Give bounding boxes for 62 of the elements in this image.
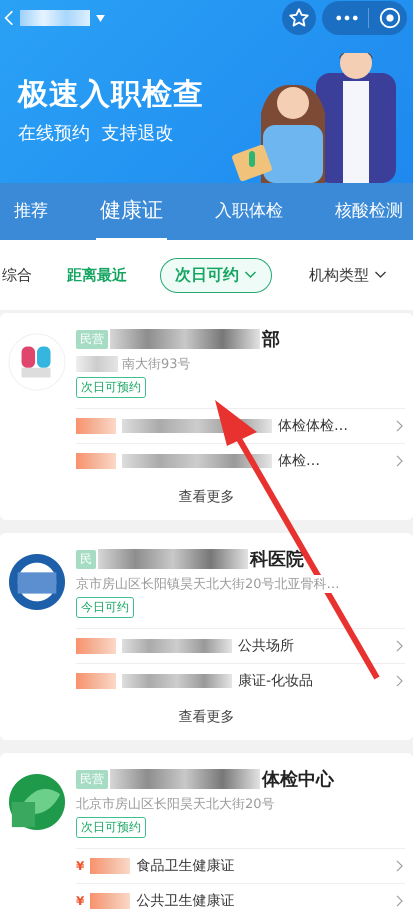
chevron-right-icon xyxy=(396,455,403,467)
ownership-badge: 民营 xyxy=(76,770,108,788)
clinic-name: 科医院 xyxy=(250,548,304,571)
clinic-logo-icon xyxy=(8,553,66,611)
clinic-logo-icon xyxy=(8,773,66,831)
pixelated-address xyxy=(76,356,118,372)
chevron-right-icon xyxy=(396,860,403,872)
service-name: 体检… xyxy=(278,452,320,470)
clinic-address: 南大街93号 xyxy=(122,355,191,373)
close-target-icon[interactable] xyxy=(379,7,401,29)
banner-subtitle: 在线预约 支持退改 xyxy=(18,122,174,145)
chevron-right-icon xyxy=(396,895,403,907)
price-symbol: ¥ xyxy=(76,894,84,908)
pixelated-price xyxy=(76,638,116,654)
service-item[interactable]: 康证-化妆品 xyxy=(76,663,405,698)
chevron-right-icon xyxy=(396,675,403,687)
clinic-card[interactable]: 民营 体检中心 北京市房山区长阳昊天北大街20号 次日可预约 ¥ 食品卫生健康证 ¥ 公共卫生健康证 xyxy=(0,753,413,914)
chevron-down-icon xyxy=(374,271,387,279)
service-name: 康证-化妆品 xyxy=(238,672,314,690)
category-tab[interactable]: 入职体检 xyxy=(211,184,287,238)
pixelated-title xyxy=(20,10,90,26)
category-tab[interactable]: 核酸检测 xyxy=(331,184,407,238)
star-icon xyxy=(288,7,310,29)
type-dropdown[interactable]: 机构类型 xyxy=(303,264,393,286)
ownership-badge: 民营 xyxy=(76,330,108,348)
clinic-name: 部 xyxy=(262,328,280,351)
pixelated-price xyxy=(90,893,130,909)
clinic-logo-icon xyxy=(8,333,66,391)
service-name: 食品卫生健康证 xyxy=(136,857,234,875)
availability-tag: 次日可预约 xyxy=(76,377,146,398)
clinic-card[interactable]: 民 科医院 京市房山区长阳镇昊天北大街20号北亚骨科… 今日可约 公共场所 康证-化妆品 查看更多 xyxy=(0,533,413,740)
clinic-address: 北京市房山区长阳昊天北大街20号 xyxy=(76,795,275,813)
clinic-card[interactable]: 民营 部 南大街93号 次日可预约 体检体检… 体检… 查看更多 xyxy=(0,313,413,520)
banner-title: 极速入职检查 xyxy=(18,76,204,114)
chevron-right-icon xyxy=(396,420,403,432)
service-item[interactable]: ¥ 公共卫生健康证 xyxy=(76,883,405,914)
price-symbol: ¥ xyxy=(76,859,84,873)
see-more-link[interactable]: 查看更多 xyxy=(174,484,238,510)
back-icon[interactable] xyxy=(4,8,14,28)
pixelated-price xyxy=(76,453,116,469)
pixelated-price xyxy=(90,858,130,874)
pixelated-price xyxy=(76,673,116,689)
clinic-name: 体检中心 xyxy=(262,768,334,791)
availability-tag: 今日可约 xyxy=(76,597,134,618)
service-name: 体检体检… xyxy=(278,417,348,435)
chevron-down-icon xyxy=(244,271,257,279)
ownership-badge: 民 xyxy=(76,550,96,568)
pixelated-price xyxy=(76,418,116,434)
service-item[interactable]: ¥ 食品卫生健康证 xyxy=(76,848,405,883)
see-more-link[interactable]: 查看更多 xyxy=(174,704,238,730)
sort-option[interactable]: 综合 xyxy=(0,260,34,290)
clinic-address: 京市房山区长阳镇昊天北大街20号北亚骨科… xyxy=(76,575,340,593)
service-item[interactable]: 体检… xyxy=(76,443,405,478)
more-icon[interactable] xyxy=(336,15,358,21)
service-name: 公共场所 xyxy=(238,637,294,655)
category-tab[interactable]: 推荐 xyxy=(10,184,52,238)
favorite-button[interactable] xyxy=(282,1,316,35)
chevron-right-icon xyxy=(396,640,403,652)
service-name: 公共卫生健康证 xyxy=(136,892,234,910)
service-item[interactable]: 公共场所 xyxy=(76,628,405,663)
dropdown-icon[interactable] xyxy=(96,14,105,22)
availability-tag: 次日可预约 xyxy=(76,817,146,838)
